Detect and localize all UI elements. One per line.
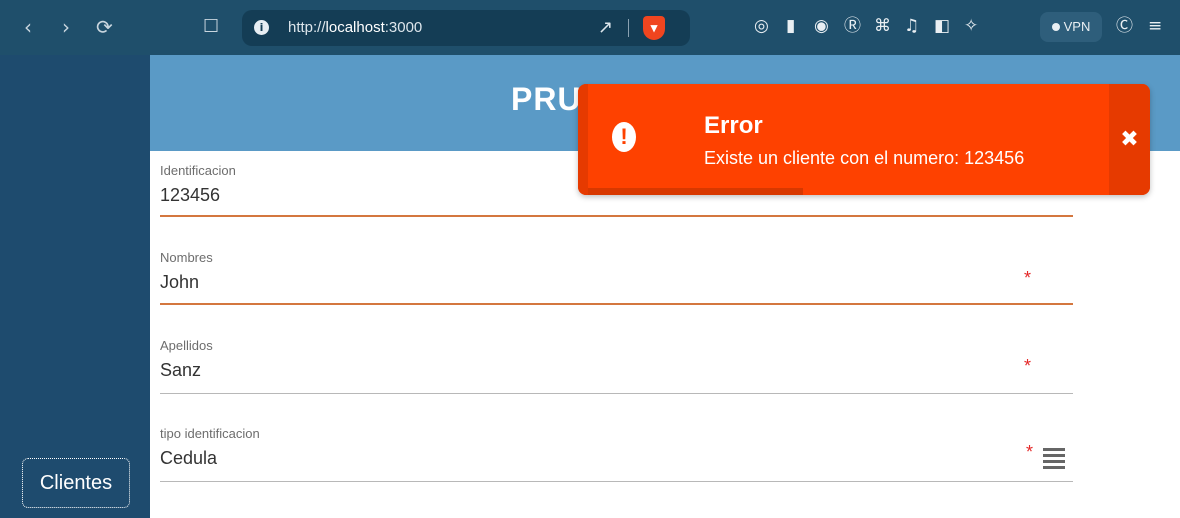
music-icon[interactable]: ♫ <box>904 16 919 36</box>
toast-accent <box>578 84 588 195</box>
nombres-field[interactable]: Nombres John * <box>160 250 1073 307</box>
toast-title: Error <box>704 112 763 139</box>
nombres-input[interactable]: John <box>160 272 199 293</box>
vpn-label: VPN <box>1063 19 1091 34</box>
required-marker: * <box>1024 268 1032 288</box>
back-icon[interactable]: ‹ <box>24 17 32 37</box>
apellidos-field[interactable]: Apellidos Sanz * <box>160 338 1073 395</box>
tipo-identificacion-field[interactable]: tipo identificacion Cedula * <box>160 426 1073 483</box>
field-label: Identificacion <box>160 163 236 178</box>
required-marker: * <box>1026 442 1034 462</box>
page-title: PRU <box>511 81 582 117</box>
close-icon[interactable]: ✖ <box>1109 84 1150 195</box>
share-icon[interactable]: ↗ <box>598 17 613 38</box>
error-toast: ! Error Existe un cliente con el numero:… <box>578 84 1150 195</box>
list-icon[interactable] <box>1043 448 1065 472</box>
tipo-identificacion-select[interactable]: Cedula <box>160 448 217 469</box>
clientes-button[interactable]: Clientes <box>22 458 130 508</box>
field-label: tipo identificacion <box>160 426 260 441</box>
sidebar <box>0 55 150 518</box>
apellidos-input[interactable]: Sanz <box>160 360 201 381</box>
brave-shield-icon[interactable]: ▾ <box>643 16 665 40</box>
field-underline <box>160 303 1073 305</box>
toast-progress-bar <box>588 188 803 195</box>
field-underline <box>160 393 1073 394</box>
wallet-icon[interactable]: Ⓒ <box>1116 16 1133 36</box>
url-text[interactable]: http://localhost:3000 <box>288 19 422 36</box>
bookmark-icon[interactable]: ☐ <box>203 17 219 37</box>
menu-icon[interactable]: ≡ <box>1148 16 1162 36</box>
extension-file-icon[interactable]: ▮ <box>786 16 795 36</box>
vpn-status-icon <box>1051 23 1060 31</box>
address-bar[interactable]: i http://localhost:3000 ↗ ▾ <box>242 10 690 46</box>
extensions-puzzle-icon[interactable]: ⌘ <box>874 16 891 36</box>
extension-circle-icon[interactable]: ◉ <box>814 16 829 36</box>
field-underline <box>160 215 1073 217</box>
forward-icon[interactable]: › <box>62 17 70 37</box>
required-marker: * <box>1024 356 1032 376</box>
vpn-button[interactable]: VPN <box>1040 12 1102 42</box>
leo-star-icon[interactable]: ✧ <box>964 16 978 36</box>
url-divider <box>628 19 629 37</box>
toast-message: Existe un cliente con el numero: 123456 <box>704 148 1025 168</box>
reload-icon[interactable]: ⟳ <box>96 17 113 37</box>
next-field-partial <box>160 510 1073 518</box>
identificacion-input[interactable]: 123456 <box>160 185 220 206</box>
extension-target-icon[interactable]: ◎ <box>754 16 769 36</box>
field-label: Apellidos <box>160 338 213 353</box>
extension-r-icon[interactable]: Ⓡ <box>844 16 861 36</box>
browser-toolbar: ‹ › ⟳ ☐ i http://localhost:3000 ↗ ▾ ◎ ▮ … <box>0 0 1180 55</box>
exclamation-icon: ! <box>612 122 636 152</box>
field-underline <box>160 481 1073 482</box>
info-icon[interactable]: i <box>254 20 269 35</box>
sidebar-icon[interactable]: ◧ <box>934 16 950 36</box>
field-label: Nombres <box>160 250 213 265</box>
